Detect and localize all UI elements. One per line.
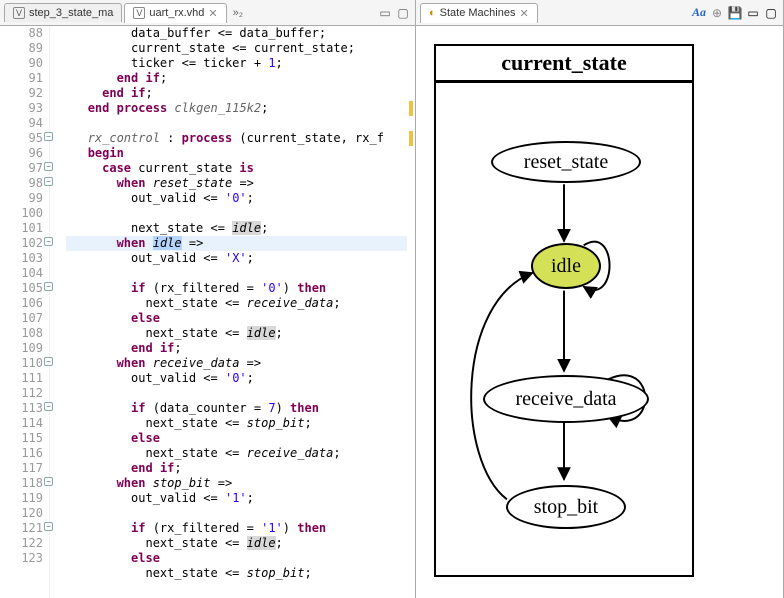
tab-overflow[interactable]: »₂ xyxy=(229,7,247,19)
editor-tabbar: V step_3_state_ma V uart_rx.vhd ✕ »₂ ▭ ▢ xyxy=(0,0,415,26)
line-number-gutter: 8889909192939495−9697−98−99100101102−103… xyxy=(0,26,50,598)
workspace: V step_3_state_ma V uart_rx.vhd ✕ »₂ ▭ ▢… xyxy=(0,0,784,598)
save-icon[interactable]: 💾 xyxy=(727,5,743,21)
fsm-title: current_state xyxy=(434,44,694,83)
tab-label: State Machines xyxy=(440,7,516,19)
overview-ruler xyxy=(407,26,415,598)
code-editor[interactable]: 8889909192939495−9697−98−99100101102−103… xyxy=(0,26,415,598)
editor-pane: V step_3_state_ma V uart_rx.vhd ✕ »₂ ▭ ▢… xyxy=(0,0,416,598)
minimize-icon[interactable]: ▭ xyxy=(745,5,761,21)
state-machines-pane: ◐ State Machines ✕ Aa ⊕ 💾 ▭ ▢ current_st… xyxy=(416,0,784,598)
vhdl-file-icon: V xyxy=(13,7,25,19)
close-tab-icon[interactable]: ✕ xyxy=(519,7,528,20)
maximize-icon[interactable]: ▢ xyxy=(395,5,411,21)
minimize-icon[interactable]: ▭ xyxy=(377,5,393,21)
tab-uart-rx[interactable]: V uart_rx.vhd ✕ xyxy=(124,3,226,23)
vhdl-file-icon: V xyxy=(133,7,145,19)
node-reset-state[interactable]: reset_state xyxy=(491,141,641,183)
state-machine-icon: ◐ xyxy=(429,7,436,19)
node-stop-bit[interactable]: stop_bit xyxy=(506,485,626,529)
tab-label: step_3_state_ma xyxy=(29,7,113,19)
tab-step3[interactable]: V step_3_state_ma xyxy=(4,3,122,22)
node-idle[interactable]: idle xyxy=(531,243,601,289)
fold-gutter xyxy=(50,26,64,598)
close-tab-icon[interactable]: ✕ xyxy=(208,7,217,20)
tab-label: uart_rx.vhd xyxy=(149,7,204,19)
zoom-icon[interactable]: ⊕ xyxy=(709,5,725,21)
font-icon[interactable]: Aa xyxy=(691,5,707,21)
fsm-body: reset_state idle receive_data stop_bit xyxy=(434,83,694,577)
tab-state-machines[interactable]: ◐ State Machines ✕ xyxy=(420,3,538,23)
code-area[interactable]: data_buffer <= data_buffer; current_stat… xyxy=(64,26,407,598)
maximize-icon[interactable]: ▢ xyxy=(763,5,779,21)
fsm-diagram[interactable]: current_state xyxy=(416,26,783,598)
view-tabbar: ◐ State Machines ✕ Aa ⊕ 💾 ▭ ▢ xyxy=(416,0,783,26)
node-receive-data[interactable]: receive_data xyxy=(483,375,649,423)
